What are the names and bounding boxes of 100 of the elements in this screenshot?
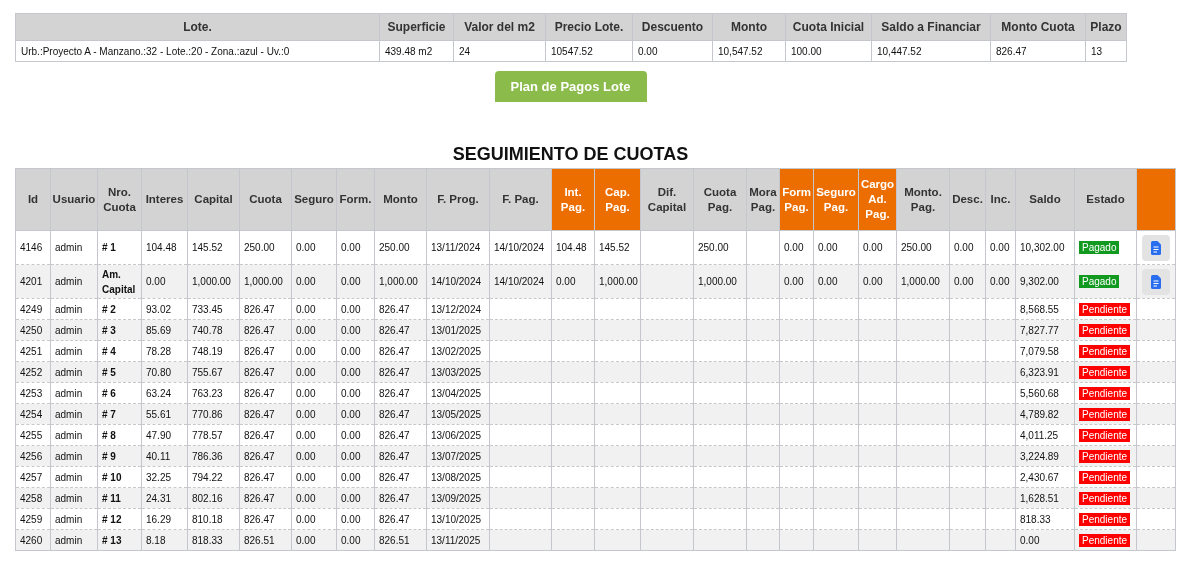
table-cell: 4256 — [15, 445, 51, 467]
table-cell: 0.00 — [291, 361, 337, 383]
table-cell: 740.78 — [187, 319, 240, 341]
column-header: Inc. — [985, 168, 1016, 231]
table-cell: 0.00 — [336, 264, 375, 299]
table-cell: 78.28 — [141, 340, 188, 362]
table-cell: 826.47 — [239, 445, 292, 467]
installment-number: # 10 — [102, 470, 123, 485]
table-cell: 0.00 — [291, 230, 337, 265]
installment-number: # 1 — [102, 241, 117, 255]
table-cell: 14/10/2024 — [489, 230, 552, 265]
table-cell: 4255 — [15, 424, 51, 446]
receipt-button[interactable] — [1142, 234, 1170, 261]
table-cell: 13/05/2025 — [426, 403, 490, 425]
table-cell: Urb.:Proyecto A - Manzano.:32 - Lote.:20 - Zona.:azul - Uv.:0 — [15, 40, 380, 62]
table-cell: 13/02/2025 — [426, 340, 490, 362]
section-title: SEGUIMIENTO DE CUOTAS — [452, 144, 689, 165]
installment-number: # 2 — [102, 302, 117, 317]
table-cell: 4260 — [15, 529, 51, 551]
table-cell: 826.47 — [239, 340, 292, 362]
table-cell: 5,560.68 — [1015, 382, 1075, 404]
installment-number: # 9 — [102, 449, 117, 464]
column-header: Cuota Pag. — [693, 168, 747, 231]
table-cell: 763.23 — [187, 382, 240, 404]
table-cell: 85.69 — [141, 319, 188, 341]
table-cell: 826.51 — [374, 529, 427, 551]
table-cell: 0.00 — [336, 340, 375, 362]
column-header: Cargo Ad. Pag. — [858, 168, 897, 231]
table-cell: 13/12/2024 — [426, 298, 490, 320]
column-header: Superficie — [379, 13, 454, 41]
column-header: Nro. Cuota — [97, 168, 142, 231]
table-cell: admin — [50, 445, 98, 467]
table-cell: 0.00 — [551, 264, 595, 299]
table-cell: 8.18 — [141, 529, 188, 551]
table-cell: 1,000.00 — [594, 264, 641, 299]
table-cell: 1,000.00 — [187, 264, 240, 299]
table-cell: 13/06/2025 — [426, 424, 490, 446]
table-cell: 7,827.77 — [1015, 319, 1075, 341]
table-cell: 826.47 — [239, 382, 292, 404]
column-header: Id — [15, 168, 51, 231]
table-cell: 13/11/2024 — [426, 230, 490, 265]
table-cell: 70.80 — [141, 361, 188, 383]
status-badge: Pendiente — [1079, 512, 1131, 526]
table-cell: admin — [50, 487, 98, 509]
table-cell: 826.47 — [239, 319, 292, 341]
table-cell: 9,302.00 — [1015, 264, 1075, 299]
column-header: Estado — [1074, 168, 1137, 231]
table-cell: admin — [50, 340, 98, 362]
status-badge: Pendiente — [1079, 428, 1131, 442]
column-header: Monto — [374, 168, 427, 231]
table-cell: 0.00 — [336, 298, 375, 320]
column-header: F. Prog. — [426, 168, 490, 231]
installment-number: # 13 — [102, 533, 123, 548]
table-cell: 0.00 — [1015, 529, 1075, 551]
table-cell: 826.47 — [374, 403, 427, 425]
table-cell: 10,302.00 — [1015, 230, 1075, 265]
table-cell: 13/11/2025 — [426, 529, 490, 551]
table-cell: 4252 — [15, 361, 51, 383]
table-cell: 786.36 — [187, 445, 240, 467]
receipt-button[interactable] — [1142, 268, 1170, 295]
table-cell: admin — [50, 230, 98, 265]
column-header: Seguro — [291, 168, 337, 231]
document-icon — [1151, 274, 1161, 289]
status-badge: Pendiente — [1079, 491, 1131, 505]
table-cell: 8,568.55 — [1015, 298, 1075, 320]
table-cell: 10547.52 — [545, 40, 633, 62]
plan-de-pagos-button[interactable]: Plan de Pagos Lote — [494, 71, 647, 102]
table-cell: 145.52 — [594, 230, 641, 265]
status-badge: Pagado — [1079, 275, 1120, 288]
table-cell: 826.47 — [239, 424, 292, 446]
table-cell: 10,447.52 — [871, 40, 991, 62]
table-cell: 4201 — [15, 264, 51, 299]
table-cell: 0.00 — [813, 230, 859, 265]
table-cell: 755.67 — [187, 361, 240, 383]
table-cell: 826.47 — [239, 508, 292, 530]
table-cell: 818.33 — [1015, 508, 1075, 530]
column-header: Seguro Pag. — [813, 168, 859, 231]
table-cell: 0.00 — [858, 230, 897, 265]
table-cell: 818.33 — [187, 529, 240, 551]
table-cell: 0.00 — [291, 487, 337, 509]
table-cell: 55.61 — [141, 403, 188, 425]
table-cell: 93.02 — [141, 298, 188, 320]
table-cell: 0.00 — [336, 403, 375, 425]
installment-number: # 11 — [102, 491, 122, 506]
table-cell: 14/10/2024 — [489, 264, 552, 299]
table-cell: 13/07/2025 — [426, 445, 490, 467]
table-cell: 1,000.00 — [374, 264, 427, 299]
column-header: Mora Pag. — [746, 168, 780, 231]
table-cell: 250.00 — [896, 230, 950, 265]
table-cell: 802.16 — [187, 487, 240, 509]
table-cell: admin — [50, 264, 98, 299]
table-cell: 0.00 — [291, 340, 337, 362]
table-cell: 0.00 — [813, 264, 859, 299]
table-cell: 7,079.58 — [1015, 340, 1075, 362]
status-badge: Pendiente — [1079, 386, 1131, 400]
table-cell: 24 — [453, 40, 546, 62]
table-cell: 0.00 — [336, 487, 375, 509]
table-cell: admin — [50, 361, 98, 383]
column-header: Descuento — [632, 13, 713, 41]
column-header: Precio Lote. — [545, 13, 633, 41]
